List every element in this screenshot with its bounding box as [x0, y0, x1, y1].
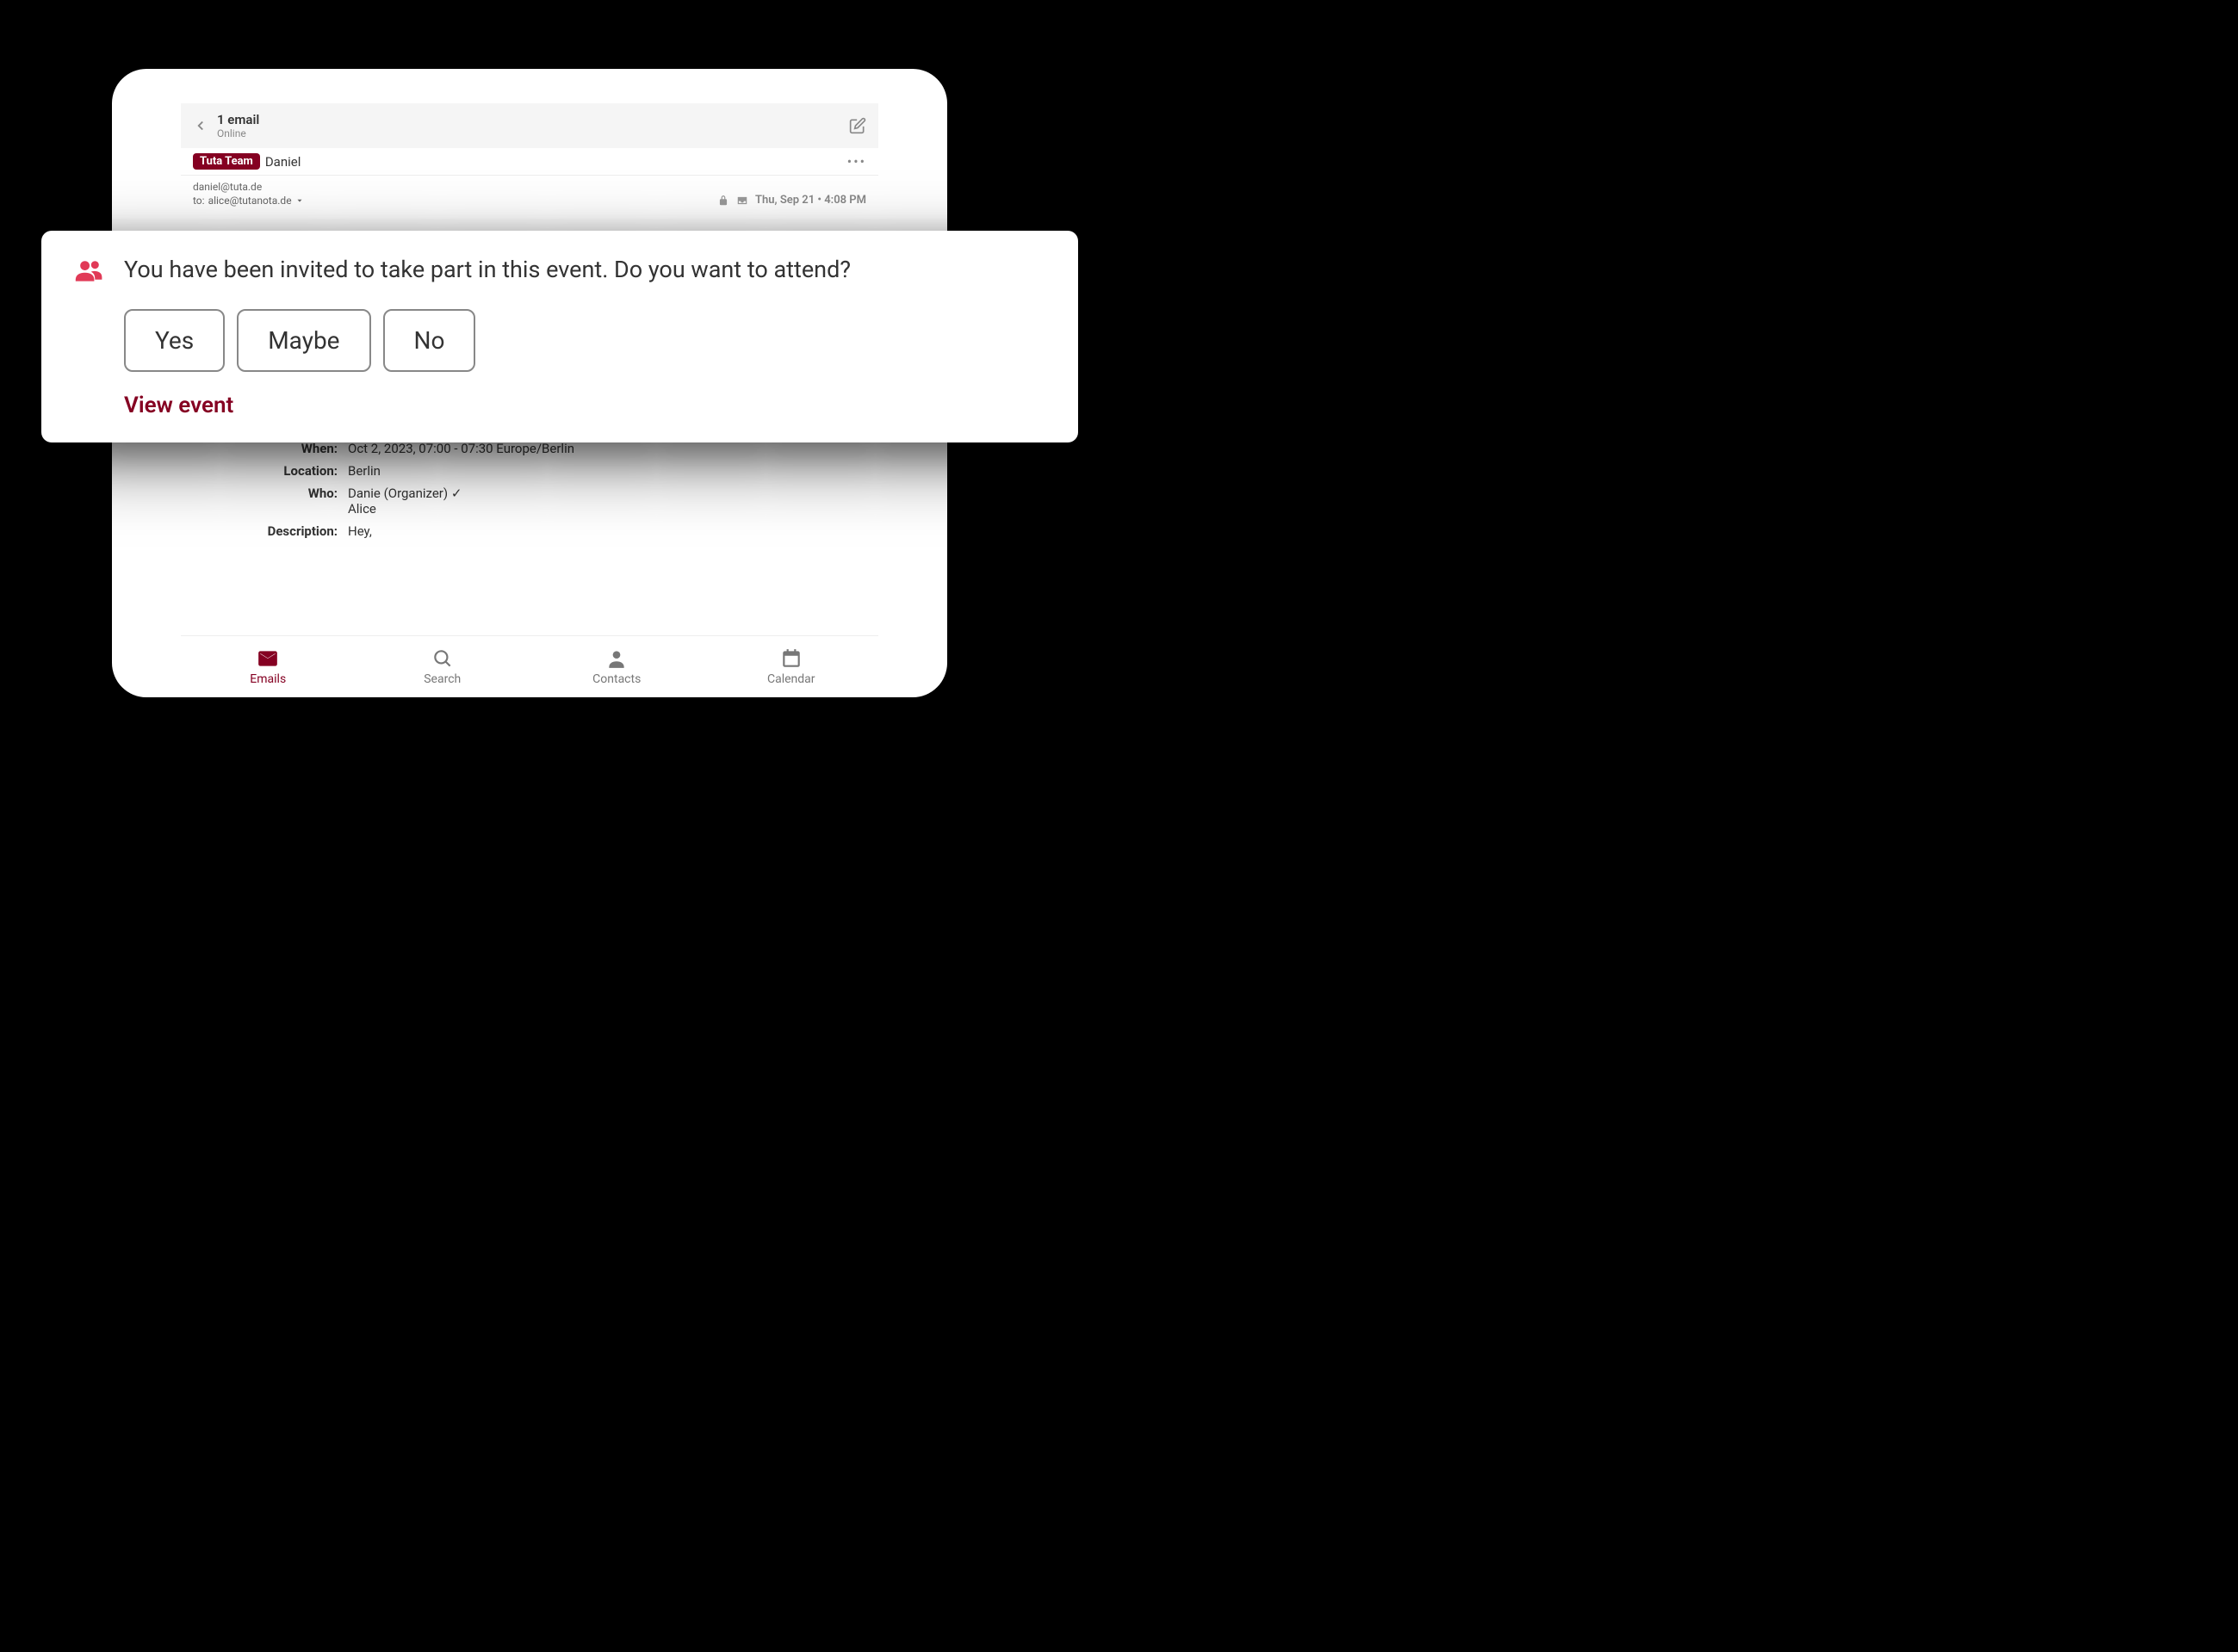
people-icon: [74, 258, 105, 282]
more-icon[interactable]: •••: [847, 153, 866, 170]
when-value: Oct 2, 2023, 07:00 - 07:30 Europe/Berlin: [348, 441, 574, 456]
to-line[interactable]: to: alice@tutanota.de: [193, 195, 304, 207]
location-value: Berlin: [348, 463, 381, 479]
from-address: daniel@tuta.de: [193, 181, 304, 193]
to-prefix: to:: [193, 195, 205, 207]
inbox-icon: [736, 195, 748, 207]
nav-search[interactable]: Search: [356, 636, 530, 697]
calendar-icon: [780, 647, 803, 670]
nav-contacts-label: Contacts: [592, 672, 641, 686]
back-icon[interactable]: [193, 118, 208, 133]
mail-header: 1 email Online: [181, 103, 878, 148]
address-left: daniel@tuta.de to: alice@tutanota.de: [193, 181, 304, 207]
team-badge: Tuta Team: [193, 153, 260, 170]
bottom-nav: Emails Search Contacts Calendar: [181, 635, 878, 697]
location-label: Location:: [193, 463, 348, 479]
mail-header-left: 1 email Online: [193, 112, 259, 139]
dialog-prompt: You have been invited to take part in th…: [124, 255, 851, 285]
nav-calendar-label: Calendar: [767, 672, 815, 686]
address-meta: Thu, Sep 21 • 4:08 PM: [717, 194, 866, 207]
lock-icon: [717, 195, 729, 207]
who-line2: Alice: [348, 501, 462, 517]
maybe-button[interactable]: Maybe: [237, 309, 370, 372]
dialog-header: You have been invited to take part in th…: [74, 255, 1045, 285]
contacts-icon: [605, 647, 628, 670]
mail-count: 1 email: [217, 112, 259, 127]
nav-emails-label: Emails: [250, 672, 286, 686]
dialog-buttons: Yes Maybe No: [124, 309, 1045, 372]
search-icon: [431, 647, 454, 670]
nav-emails[interactable]: Emails: [181, 636, 356, 697]
event-details: When: Oct 2, 2023, 07:00 - 07:30 Europe/…: [181, 430, 878, 549]
who-label: Who:: [193, 486, 348, 517]
detail-description: Description: Hey,: [193, 520, 866, 542]
detail-who: Who: Danie (Organizer) ✓ Alice: [193, 482, 866, 520]
address-bar: daniel@tuta.de to: alice@tutanota.de Thu…: [181, 176, 878, 215]
who-value: Danie (Organizer) ✓ Alice: [348, 486, 462, 517]
timestamp: Thu, Sep 21 • 4:08 PM: [755, 194, 866, 207]
when-label: When:: [193, 441, 348, 456]
nav-calendar[interactable]: Calendar: [704, 636, 879, 697]
to-address: alice@tutanota.de: [208, 195, 292, 207]
description-label: Description:: [193, 523, 348, 539]
sender-name: Daniel: [265, 154, 301, 170]
compose-icon[interactable]: [849, 117, 866, 134]
detail-location: Location: Berlin: [193, 460, 866, 482]
description-value: Hey,: [348, 523, 372, 539]
view-event-link[interactable]: View event: [124, 393, 1045, 418]
meta-icons: [717, 195, 748, 207]
yes-button[interactable]: Yes: [124, 309, 225, 372]
who-line1: Danie (Organizer) ✓: [348, 486, 462, 501]
invite-dialog: You have been invited to take part in th…: [41, 231, 1078, 442]
mail-title-block: 1 email Online: [217, 112, 259, 139]
mail-icon: [257, 647, 279, 670]
nav-search-label: Search: [424, 672, 461, 686]
no-button[interactable]: No: [383, 309, 476, 372]
chevron-down-icon: [295, 196, 304, 205]
sender-left: Tuta Team Daniel: [193, 153, 301, 170]
sender-bar: Tuta Team Daniel •••: [181, 148, 878, 176]
nav-contacts[interactable]: Contacts: [530, 636, 704, 697]
mail-status: Online: [217, 127, 259, 139]
